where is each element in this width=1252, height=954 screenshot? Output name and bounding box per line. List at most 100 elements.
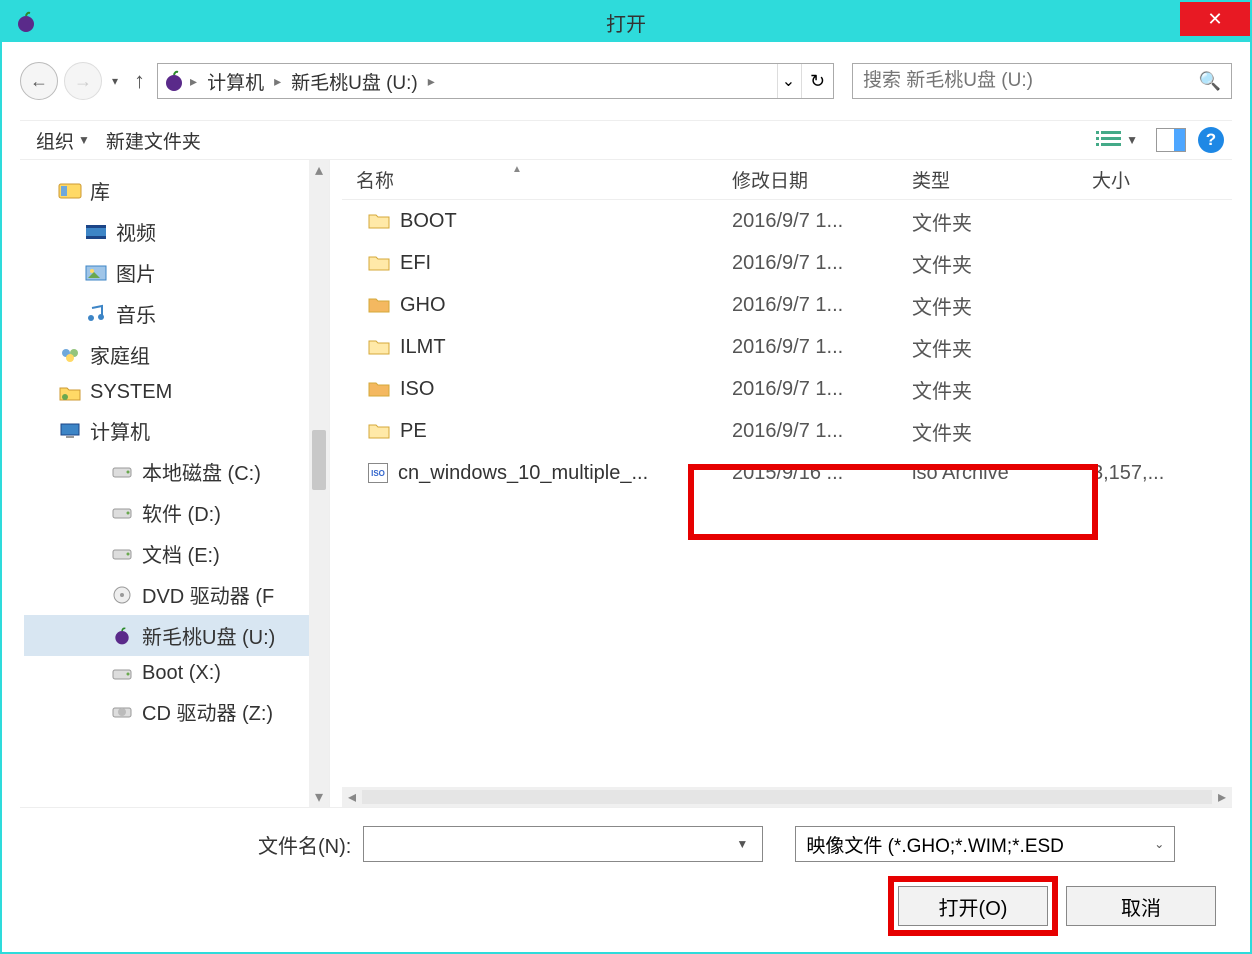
- tree-item[interactable]: 家庭组: [24, 334, 329, 375]
- tree-item[interactable]: CD 驱动器 (Z:): [24, 691, 329, 732]
- file-name-label: ISO: [400, 378, 434, 401]
- sysfolder-icon: [58, 383, 82, 403]
- scroll-right-icon[interactable]: ▸: [1212, 787, 1232, 807]
- address-dropdown[interactable]: ⌄: [777, 64, 799, 98]
- video-icon: [84, 222, 108, 242]
- filename-row: 文件名(N): ▼ 映像文件 (*.GHO;*.WIM;*.ESD ⌄: [28, 826, 1224, 862]
- chevron-down-icon[interactable]: ▼: [730, 837, 754, 851]
- file-row[interactable]: ISO2016/9/7 1...文件夹: [342, 368, 1232, 410]
- search-input[interactable]: [863, 70, 1199, 92]
- search-icon: 🔍: [1199, 71, 1221, 92]
- organize-label: 组织: [36, 127, 74, 154]
- cancel-button[interactable]: 取消: [1066, 886, 1216, 926]
- cell-date: 2016/9/7 1...: [732, 420, 912, 443]
- file-name-label: cn_windows_10_multiple_...: [398, 462, 648, 485]
- chevron-down-icon: ▼: [1126, 133, 1138, 147]
- tree-item-label: 软件 (D:): [142, 498, 221, 527]
- file-row[interactable]: PE2016/9/7 1...文件夹: [342, 410, 1232, 452]
- cell-date: 2015/9/16 ...: [732, 462, 912, 485]
- tree-item[interactable]: 软件 (D:): [24, 492, 329, 533]
- search-box[interactable]: 🔍: [852, 63, 1232, 99]
- tree-item-label: DVD 驱动器 (F: [142, 580, 274, 609]
- column-header-size[interactable]: 大小: [1092, 166, 1212, 193]
- help-button[interactable]: ?: [1198, 127, 1224, 153]
- tree-item[interactable]: SYSTEM: [24, 375, 329, 410]
- homegroup-icon: [58, 345, 82, 365]
- open-button-wrapper: 打开(O): [898, 886, 1048, 926]
- dvd-icon: [110, 585, 134, 605]
- file-row[interactable]: BOOT2016/9/7 1...文件夹: [342, 200, 1232, 242]
- history-dropdown[interactable]: ▾: [108, 74, 122, 88]
- tree-item[interactable]: 音乐: [24, 293, 329, 334]
- file-row[interactable]: ISOcn_windows_10_multiple_...2015/9/16 .…: [342, 452, 1232, 494]
- scroll-left-icon[interactable]: ◂: [342, 787, 362, 807]
- tree-item[interactable]: DVD 驱动器 (F: [24, 574, 329, 615]
- disk-icon: [110, 462, 134, 482]
- tree-item[interactable]: 新毛桃U盘 (U:): [24, 615, 329, 656]
- scroll-thumb[interactable]: [312, 430, 326, 490]
- peach-icon: [110, 626, 134, 646]
- tree-item[interactable]: Boot (X:): [24, 656, 329, 691]
- view-button[interactable]: ▼: [1090, 125, 1144, 155]
- cell-type: iso Archive: [912, 462, 1092, 485]
- forward-button[interactable]: →: [64, 62, 102, 100]
- tree-scrollbar[interactable]: ▴ ▾: [309, 160, 329, 807]
- window-title: 打开: [2, 8, 1250, 37]
- help-icon: ?: [1206, 130, 1216, 150]
- up-button[interactable]: ↑: [128, 68, 151, 94]
- disk-icon: [110, 664, 134, 684]
- open-dialog-window: 打开 ✕ ← → ▾ ↑ ▸ 计算机 ▸: [0, 0, 1252, 954]
- column-header-type[interactable]: 类型: [912, 166, 1092, 193]
- tree-item-label: 图片: [116, 258, 156, 287]
- cell-name: ILMT: [342, 336, 732, 359]
- column-header-date[interactable]: 修改日期: [732, 166, 912, 193]
- cell-name: GHO: [342, 294, 732, 317]
- tree-item[interactable]: 文档 (E:): [24, 533, 329, 574]
- breadcrumb-computer[interactable]: 计算机: [201, 66, 270, 97]
- organize-button[interactable]: 组织 ▼: [28, 123, 98, 158]
- tree-item[interactable]: 视频: [24, 211, 329, 252]
- address-bar[interactable]: ▸ 计算机 ▸ 新毛桃U盘 (U:) ▸ ⌄ ↻: [157, 63, 834, 99]
- new-folder-button[interactable]: 新建文件夹: [98, 123, 209, 158]
- file-name-label: EFI: [400, 252, 431, 275]
- cell-name: PE: [342, 420, 732, 443]
- scroll-up-icon[interactable]: ▴: [309, 160, 329, 180]
- arrow-left-icon: ←: [30, 71, 48, 92]
- filter-label: 映像文件 (*.GHO;*.WIM;*.ESD: [806, 831, 1064, 858]
- titlebar: 打开 ✕: [2, 2, 1250, 42]
- filename-combo[interactable]: ▼: [363, 826, 763, 862]
- tree-item[interactable]: 库: [24, 170, 329, 211]
- preview-pane-button[interactable]: [1156, 128, 1186, 152]
- tree-item[interactable]: 本地磁盘 (C:): [24, 451, 329, 492]
- file-row[interactable]: ILMT2016/9/7 1...文件夹: [342, 326, 1232, 368]
- tree-item-label: 文档 (E:): [142, 539, 220, 568]
- file-row[interactable]: GHO2016/9/7 1...文件夹: [342, 284, 1232, 326]
- tree-item[interactable]: 图片: [24, 252, 329, 293]
- picture-icon: [84, 263, 108, 283]
- close-button[interactable]: ✕: [1180, 2, 1250, 36]
- cell-name: EFI: [342, 252, 732, 275]
- navigation-row: ← → ▾ ↑ ▸ 计算机 ▸ 新毛桃U盘 (U:) ▸ ⌄ ↻: [20, 60, 1232, 102]
- file-row[interactable]: EFI2016/9/7 1...文件夹: [342, 242, 1232, 284]
- folder-icon: [368, 422, 390, 440]
- back-button[interactable]: ←: [20, 62, 58, 100]
- horizontal-scrollbar[interactable]: ◂ ▸: [342, 787, 1232, 807]
- filename-input[interactable]: [372, 833, 730, 855]
- breadcrumb-drive[interactable]: 新毛桃U盘 (U:): [285, 66, 424, 97]
- column-header-name[interactable]: 名称 ▲: [342, 166, 732, 193]
- scroll-track[interactable]: [362, 790, 1212, 804]
- scroll-down-icon[interactable]: ▾: [309, 787, 329, 807]
- file-name-label: BOOT: [400, 210, 457, 233]
- chevron-down-icon: ▼: [78, 133, 90, 147]
- file-name-label: GHO: [400, 294, 446, 317]
- cell-name: ISO: [342, 378, 732, 401]
- filename-label: 文件名(N):: [258, 830, 351, 859]
- open-button[interactable]: 打开(O): [898, 886, 1048, 926]
- button-row: 打开(O) 取消: [28, 886, 1224, 926]
- music-icon: [84, 304, 108, 324]
- tree-item[interactable]: 计算机: [24, 410, 329, 451]
- refresh-button[interactable]: ↻: [801, 64, 833, 98]
- dialog-footer: 文件名(N): ▼ 映像文件 (*.GHO;*.WIM;*.ESD ⌄ 打开(O…: [20, 808, 1232, 930]
- file-type-filter[interactable]: 映像文件 (*.GHO;*.WIM;*.ESD ⌄: [795, 826, 1175, 862]
- sort-ascending-icon: ▲: [512, 164, 522, 175]
